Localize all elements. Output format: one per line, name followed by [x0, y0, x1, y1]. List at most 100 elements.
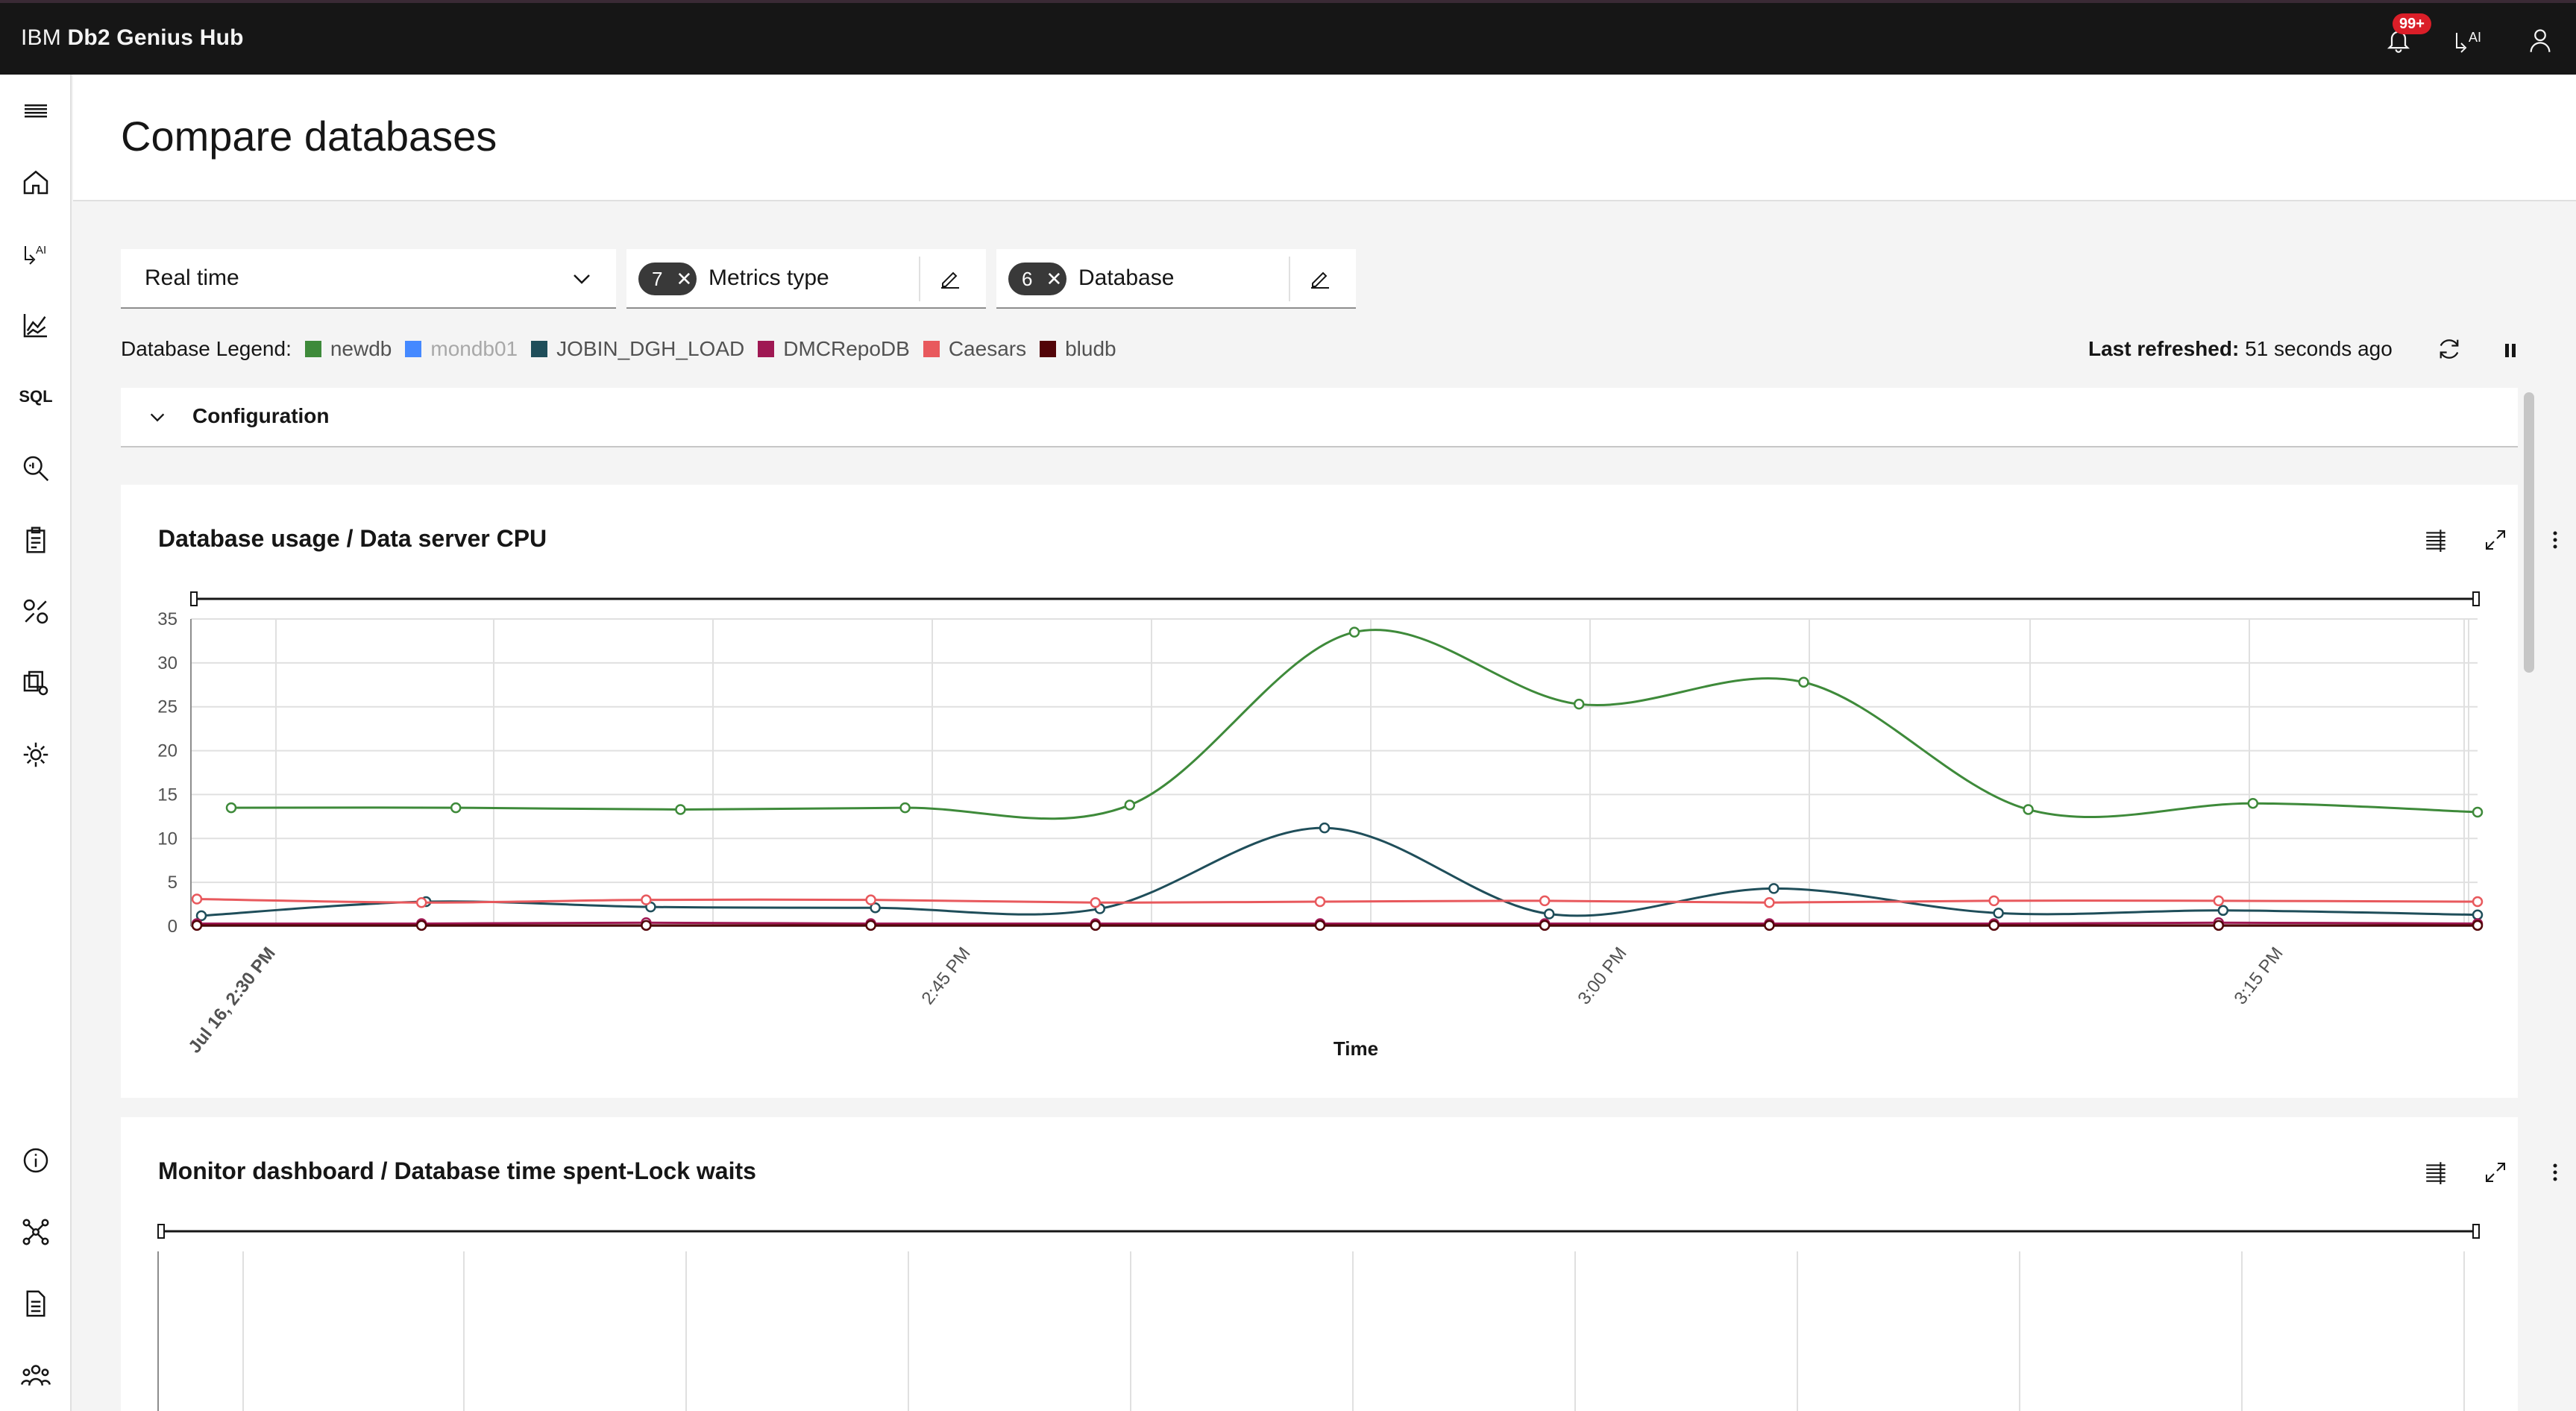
- data-point-newdb: [675, 804, 686, 815]
- data-point-newdb: [2023, 804, 2034, 815]
- data-point-caesars: [1090, 896, 1102, 908]
- chart-icon[interactable]: [16, 306, 55, 345]
- lock-waits-line-chart[interactable]: [121, 1117, 2518, 1411]
- clear-metrics-icon[interactable]: ✕: [676, 268, 692, 291]
- legend-swatch: [304, 341, 321, 357]
- legend-swatch: [405, 341, 422, 357]
- data-point-jobin_dgh_load: [2217, 905, 2229, 917]
- data-point-bludb: [2472, 920, 2484, 931]
- data-point-caesars: [865, 894, 876, 905]
- zoom-bar-handle-left: [157, 1224, 165, 1239]
- zoom-bar-handle-right: [2472, 1224, 2480, 1239]
- brand-prefix: IBM: [21, 25, 61, 50]
- refresh-icon[interactable]: [2436, 336, 2466, 365]
- configuration-accordion[interactable]: Configuration: [121, 388, 2518, 447]
- legend-label: mondb01: [430, 337, 518, 360]
- legend-item-mondb01[interactable]: mondb01: [405, 337, 518, 361]
- data-point-caesars: [2472, 896, 2484, 908]
- data-point-bludb: [191, 920, 203, 931]
- data-point-caesars: [1539, 895, 1551, 907]
- legend-item-jobin_dgh_load[interactable]: JOBIN_DGH_LOAD: [531, 337, 744, 361]
- data-point-newdb: [225, 802, 237, 814]
- cpu-chart-card: Database usage / Data server CPU 0 5 10 15 2…: [121, 485, 2557, 1098]
- data-point-caesars: [415, 896, 427, 908]
- x-axis-title: Time: [1333, 1037, 1378, 1060]
- legend-swatch: [531, 341, 548, 357]
- legend-item-bludb[interactable]: bludb: [1040, 337, 1116, 361]
- last-refreshed: Last refreshed: 51 seconds ago: [2088, 337, 2393, 361]
- cpu-line-chart[interactable]: 0 5 10 15 20 25 30 35 Jul 16, 2:30 PM 2:45 PM 3:00…: [121, 485, 2518, 1098]
- notification-badge: 99+: [2393, 13, 2431, 34]
- database-legend: Database Legend: newdb mondb01 JOBIN_DGH_L…: [121, 337, 1116, 361]
- metrics-count-tag[interactable]: 7 ✕: [638, 263, 697, 295]
- edit-database-icon[interactable]: [1308, 267, 1332, 291]
- sql-icon[interactable]: SQL: [16, 377, 55, 416]
- settings-icon[interactable]: [16, 735, 55, 774]
- data-point-newdb: [899, 802, 911, 814]
- side-nav: AI SQL: [0, 75, 72, 1411]
- info-icon[interactable]: [16, 1141, 55, 1180]
- time-range-dropdown[interactable]: Real time: [121, 249, 616, 309]
- chevron-down-icon: [150, 413, 165, 422]
- legend-label: bludb: [1065, 337, 1116, 360]
- data-point-bludb: [1764, 920, 1775, 931]
- data-point-bludb: [415, 920, 427, 931]
- legend-label: DMCRepoDB: [783, 337, 910, 360]
- last-refreshed-label: Last refreshed:: [2088, 337, 2240, 360]
- overflow-menu-icon[interactable]: [2537, 522, 2573, 558]
- page-title: Compare databases: [121, 113, 497, 160]
- y-tick-label: 15: [157, 785, 178, 805]
- overflow-menu-icon[interactable]: [2537, 1154, 2573, 1190]
- clipboard-icon[interactable]: [16, 521, 55, 559]
- ai-icon[interactable]: AI: [16, 234, 55, 273]
- x-tick-label: 3:15 PM: [2230, 943, 2287, 1008]
- network-icon[interactable]: [16, 1213, 55, 1251]
- data-point-jobin_dgh_load: [1768, 883, 1779, 894]
- menu-icon[interactable]: [16, 92, 55, 131]
- people-icon[interactable]: [16, 1356, 55, 1395]
- database-count: 6: [1022, 267, 1033, 290]
- admin-icon[interactable]: [16, 664, 55, 703]
- legend-item-caesars[interactable]: Caesars: [923, 337, 1026, 361]
- data-point-bludb: [1314, 920, 1326, 931]
- clear-database-icon[interactable]: ✕: [1046, 268, 1062, 291]
- divider: [919, 257, 920, 301]
- legend-label: Database Legend:: [121, 337, 292, 360]
- x-tick-label: 3:00 PM: [1574, 943, 1630, 1008]
- data-point-newdb: [1124, 799, 1136, 811]
- legend-item-dmcrepodb[interactable]: DMCRepoDB: [758, 337, 910, 361]
- metrics-count: 7: [652, 267, 663, 290]
- user-icon[interactable]: [2521, 21, 2560, 60]
- time-range-value: Real time: [145, 265, 239, 290]
- sql-icon-label: SQL: [19, 387, 53, 406]
- data-point-caesars: [1988, 895, 1999, 907]
- legend-label: Caesars: [948, 337, 1027, 360]
- metrics-type-filter[interactable]: 7 ✕ Metrics type: [626, 249, 986, 309]
- legend-swatch: [758, 341, 775, 357]
- y-tick-label: 35: [157, 609, 178, 629]
- x-tick-label: Jul 16, 2:30 PM: [185, 943, 280, 1057]
- data-point-newdb: [450, 802, 462, 814]
- database-count-tag[interactable]: 6 ✕: [1008, 263, 1066, 295]
- home-icon[interactable]: [16, 163, 55, 201]
- legend-swatch: [923, 341, 940, 357]
- pause-icon[interactable]: [2498, 339, 2522, 362]
- document-icon[interactable]: [16, 1284, 55, 1323]
- y-tick-label: 0: [168, 917, 178, 937]
- data-point-bludb: [865, 920, 876, 931]
- configuration-label: Configuration: [192, 404, 330, 427]
- tools-icon[interactable]: [16, 592, 55, 631]
- y-tick-label: 5: [168, 873, 178, 893]
- scrollbar-thumb[interactable]: [2524, 392, 2534, 673]
- legend-label: JOBIN_DGH_LOAD: [556, 337, 745, 360]
- edit-metrics-icon[interactable]: [938, 267, 962, 291]
- data-point-jobin_dgh_load: [1543, 908, 1555, 920]
- database-filter[interactable]: 6 ✕ Database: [996, 249, 1356, 309]
- data-point-jobin_dgh_load: [1319, 822, 1331, 834]
- chevron-down-icon: [574, 274, 590, 284]
- query-search-icon[interactable]: [16, 449, 55, 488]
- ai-assistant-icon[interactable]: AI: [2449, 21, 2488, 60]
- y-tick-label: 25: [157, 697, 178, 717]
- app-brand[interactable]: IBM Db2 Genius Hub: [21, 25, 244, 51]
- legend-item-newdb[interactable]: newdb: [304, 337, 392, 361]
